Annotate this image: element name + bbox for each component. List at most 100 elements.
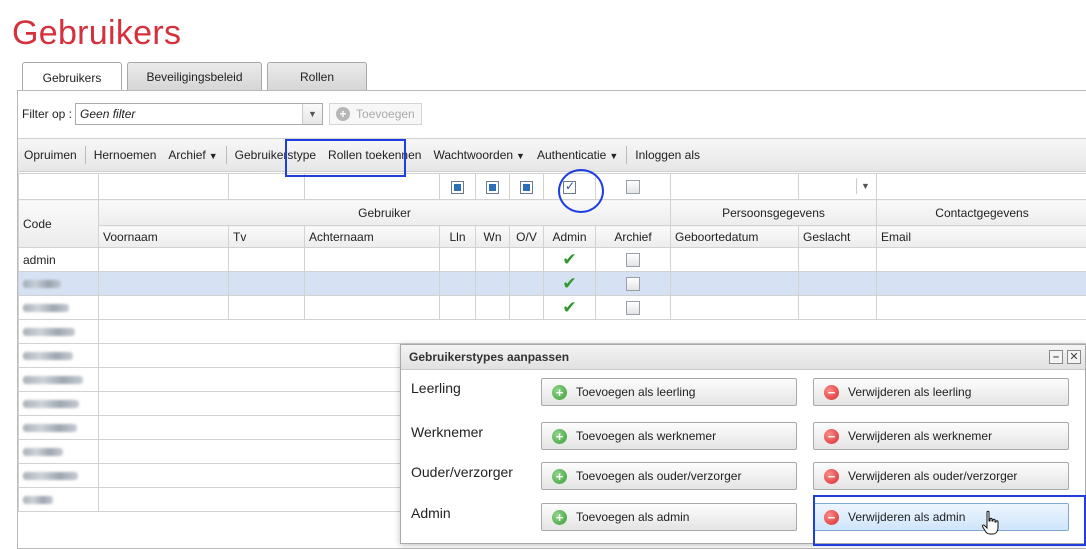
column-header-geslacht[interactable]: Geslacht	[798, 225, 877, 248]
group-header-row: Code Gebruiker Persoonsgegevens Contactg…	[18, 199, 1086, 248]
lln-filter-checkbox[interactable]	[451, 180, 464, 194]
minimize-icon[interactable]: –	[1049, 350, 1063, 364]
button-label: Verwijderen als admin	[848, 510, 966, 524]
wn-filter-checkbox[interactable]	[486, 180, 499, 194]
filter-cell-tv[interactable]	[228, 173, 305, 200]
tab-bar: Gebruikers Beveiligingsbeleid Rollen	[22, 62, 372, 92]
cell-code	[18, 487, 99, 512]
opruimen-button[interactable]: Opruimen	[18, 148, 83, 162]
add-ouder-verzorger-button[interactable]: + Toevoegen als ouder/verzorger	[541, 462, 797, 490]
cell-lln	[439, 271, 476, 296]
chevron-down-icon[interactable]: ▼	[856, 178, 874, 194]
column-header-voornaam[interactable]: Voornaam	[98, 225, 229, 248]
column-header-wn[interactable]: Wn	[475, 225, 510, 248]
check-icon: ✔	[562, 250, 577, 269]
redacted-text	[23, 304, 69, 313]
authenticatie-menu[interactable]: Authenticatie ▼	[531, 148, 624, 162]
remove-admin-button[interactable]: − Verwijderen als admin	[813, 503, 1069, 531]
column-header-row: Voornaam Tv Achternaam Lln Wn O/V Admin …	[19, 225, 1086, 248]
column-header-email[interactable]: Email	[876, 225, 1086, 248]
add-filter-label: Toevoegen	[356, 107, 415, 121]
gebruikerstype-button[interactable]: Gebruikerstype	[229, 148, 322, 162]
cell-tv	[228, 271, 305, 296]
cell-ov	[509, 247, 544, 272]
close-icon[interactable]: ✕	[1067, 350, 1081, 364]
table-row[interactable]: admin ✔	[18, 247, 1086, 272]
table-row[interactable]: ✔	[18, 271, 1086, 296]
add-werknemer-button[interactable]: + Toevoegen als werknemer	[541, 422, 797, 450]
button-label: Toevoegen als leerling	[576, 385, 696, 399]
tab-beveiligingsbeleid[interactable]: Beveiligingsbeleid	[127, 62, 262, 91]
caret-down-icon: ▼	[208, 151, 218, 161]
column-header-archief[interactable]: Archief	[595, 225, 671, 248]
column-header-code[interactable]: Code	[18, 199, 99, 248]
check-icon: ✔	[562, 298, 577, 317]
filter-cell-achternaam[interactable]	[304, 173, 440, 200]
redacted-text	[23, 496, 53, 505]
archief-checkbox[interactable]	[626, 252, 640, 267]
cell-code	[18, 319, 99, 344]
filter-select[interactable]: Geen filter ▼	[75, 103, 324, 125]
archief-checkbox[interactable]	[626, 276, 640, 291]
filter-cell-code[interactable]	[18, 173, 99, 200]
wachtwoorden-menu[interactable]: Wachtwoorden ▼	[427, 148, 531, 162]
inloggen-als-button[interactable]: Inloggen als	[629, 148, 706, 162]
check-icon: ✔	[562, 274, 577, 293]
cell-code	[18, 391, 99, 416]
cell-voornaam	[98, 295, 229, 320]
minus-circle-icon: −	[824, 509, 839, 525]
filter-cell-lln	[439, 173, 476, 200]
admin-filter-checkbox[interactable]	[563, 179, 576, 194]
cell-ov	[509, 295, 544, 320]
column-header-geboortedatum[interactable]: Geboortedatum	[670, 225, 799, 248]
table-row[interactable]	[18, 319, 1086, 344]
button-label: Toevoegen als werknemer	[576, 429, 717, 443]
cell-email	[876, 247, 1086, 272]
redacted-text	[23, 352, 73, 361]
add-leerling-button[interactable]: + Toevoegen als leerling	[541, 378, 797, 406]
cell-email	[876, 271, 1086, 296]
filter-cell-geslacht[interactable]: ▼	[798, 173, 877, 200]
add-admin-button[interactable]: + Toevoegen als admin	[541, 503, 797, 531]
cell-archief	[595, 271, 671, 296]
filter-cell-wn	[475, 173, 510, 200]
remove-leerling-button[interactable]: − Verwijderen als leerling	[813, 378, 1069, 406]
column-filter-row: ▼	[18, 173, 1086, 200]
filter-cell-email[interactable]	[876, 173, 1086, 200]
hernoemen-button[interactable]: Hernoemen	[88, 148, 163, 162]
add-filter-button[interactable]: + Toevoegen	[329, 103, 422, 125]
filter-cell-voornaam[interactable]	[98, 173, 229, 200]
cell-ov	[509, 271, 544, 296]
chevron-down-icon[interactable]: ▼	[302, 104, 323, 124]
column-header-lln[interactable]: Lln	[439, 225, 476, 248]
cell-tv	[228, 295, 305, 320]
hand-cursor-icon	[981, 510, 999, 535]
archief-menu[interactable]: Archief ▼	[162, 148, 223, 162]
table-row[interactable]: ✔	[18, 295, 1086, 320]
filter-cell-geboortedatum[interactable]	[670, 173, 799, 200]
remove-werknemer-button[interactable]: − Verwijderen als werknemer	[813, 422, 1069, 450]
tab-rollen[interactable]: Rollen	[267, 62, 367, 91]
row-rest	[98, 319, 1086, 344]
column-header-ov[interactable]: O/V	[509, 225, 544, 248]
wachtwoorden-menu-label: Wachtwoorden	[433, 148, 514, 162]
cell-tv	[228, 247, 305, 272]
cell-geboortedatum	[670, 247, 799, 272]
column-header-achternaam[interactable]: Achternaam	[304, 225, 440, 248]
plus-circle-icon: +	[552, 428, 567, 444]
cell-admin: ✔	[543, 271, 596, 296]
group-header-persoonsgegevens: Persoonsgegevens	[670, 199, 877, 226]
caret-down-icon: ▼	[609, 151, 619, 161]
column-header-tv[interactable]: Tv	[228, 225, 305, 248]
archief-filter-checkbox[interactable]	[626, 179, 640, 194]
ov-filter-checkbox[interactable]	[520, 180, 533, 194]
tab-gebruikers[interactable]: Gebruikers	[22, 62, 122, 92]
remove-ouder-verzorger-button[interactable]: − Verwijderen als ouder/verzorger	[813, 462, 1069, 490]
rollen-toekennen-button[interactable]: Rollen toekennen	[322, 148, 427, 162]
archief-checkbox[interactable]	[626, 300, 640, 315]
filter-cell-archief	[595, 173, 671, 200]
button-label: Toevoegen als admin	[576, 510, 690, 524]
cell-wn	[475, 247, 510, 272]
redacted-text	[23, 472, 78, 481]
column-header-admin[interactable]: Admin	[543, 225, 596, 248]
